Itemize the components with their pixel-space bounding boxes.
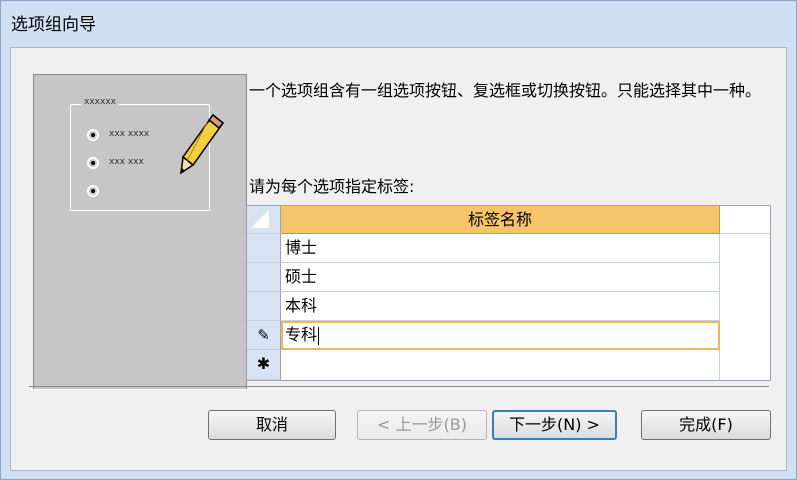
row-selector-new[interactable]: ✱ (247, 350, 281, 380)
wizard-prompt: 请为每个选项指定标签: (249, 177, 415, 196)
wizard-content: xxxxxx xxx xxxx xxx xxx 一个选项组含有一组选项按钮、复选… (10, 47, 787, 471)
select-all-corner[interactable] (247, 206, 281, 234)
pencil-edit-icon: ✎ (257, 326, 270, 344)
illustration-option-label: xxx xxxx (109, 129, 150, 139)
grid-cell-label[interactable]: 本科 (281, 292, 720, 321)
row-selector[interactable] (247, 234, 281, 263)
option-group-illustration: xxxxxx xxx xxxx xxx xxx (33, 74, 247, 390)
radio-icon (87, 129, 99, 141)
column-header-label-name[interactable]: 标签名称 (281, 206, 720, 234)
wizard-window: 选项组向导 xxxxxx xxx xxxx xxx xxx 一个选项组含有一组选… (0, 0, 797, 480)
separator (29, 386, 769, 390)
corner-triangle-icon (251, 210, 269, 228)
title-bar: 选项组向导 (1, 1, 796, 41)
row-selector-editing[interactable]: ✎ (247, 321, 281, 350)
grid-cell-text: 专科 (285, 325, 318, 344)
grid-cell-label[interactable]: 博士 (281, 234, 720, 263)
next-button[interactable]: 下一步(N) > (492, 410, 617, 440)
illustration-group-title: xxxxxx (81, 97, 119, 107)
text-caret (318, 326, 320, 345)
back-button[interactable]: < 上一步(B) (357, 410, 487, 440)
label-datasheet[interactable]: 标签名称 博士 硕士 本科 ✎ 专科 ✱ (246, 205, 771, 381)
grid-blank-area (720, 206, 770, 234)
pencil-icon (180, 113, 225, 175)
grid-cell-new[interactable] (281, 350, 720, 380)
grid-cell-label-active[interactable]: 专科 (281, 321, 720, 350)
new-record-asterisk-icon: ✱ (256, 354, 271, 373)
finish-button[interactable]: 完成(F) (641, 410, 771, 440)
illustration-frame: xxxxxx xxx xxxx xxx xxx (70, 97, 225, 211)
radio-icon (87, 157, 99, 169)
row-selector[interactable] (247, 263, 281, 292)
window-title: 选项组向导 (11, 15, 96, 35)
row-selector[interactable] (247, 292, 281, 321)
wizard-description: 一个选项组含有一组选项按钮、复选框或切换按钮。只能选择其中一种。 (249, 81, 762, 100)
radio-icon (87, 185, 99, 197)
cancel-button[interactable]: 取消 (208, 410, 336, 440)
illustration-option-label: xxx xxx (109, 157, 144, 167)
grid-cell-label[interactable]: 硕士 (281, 263, 720, 292)
